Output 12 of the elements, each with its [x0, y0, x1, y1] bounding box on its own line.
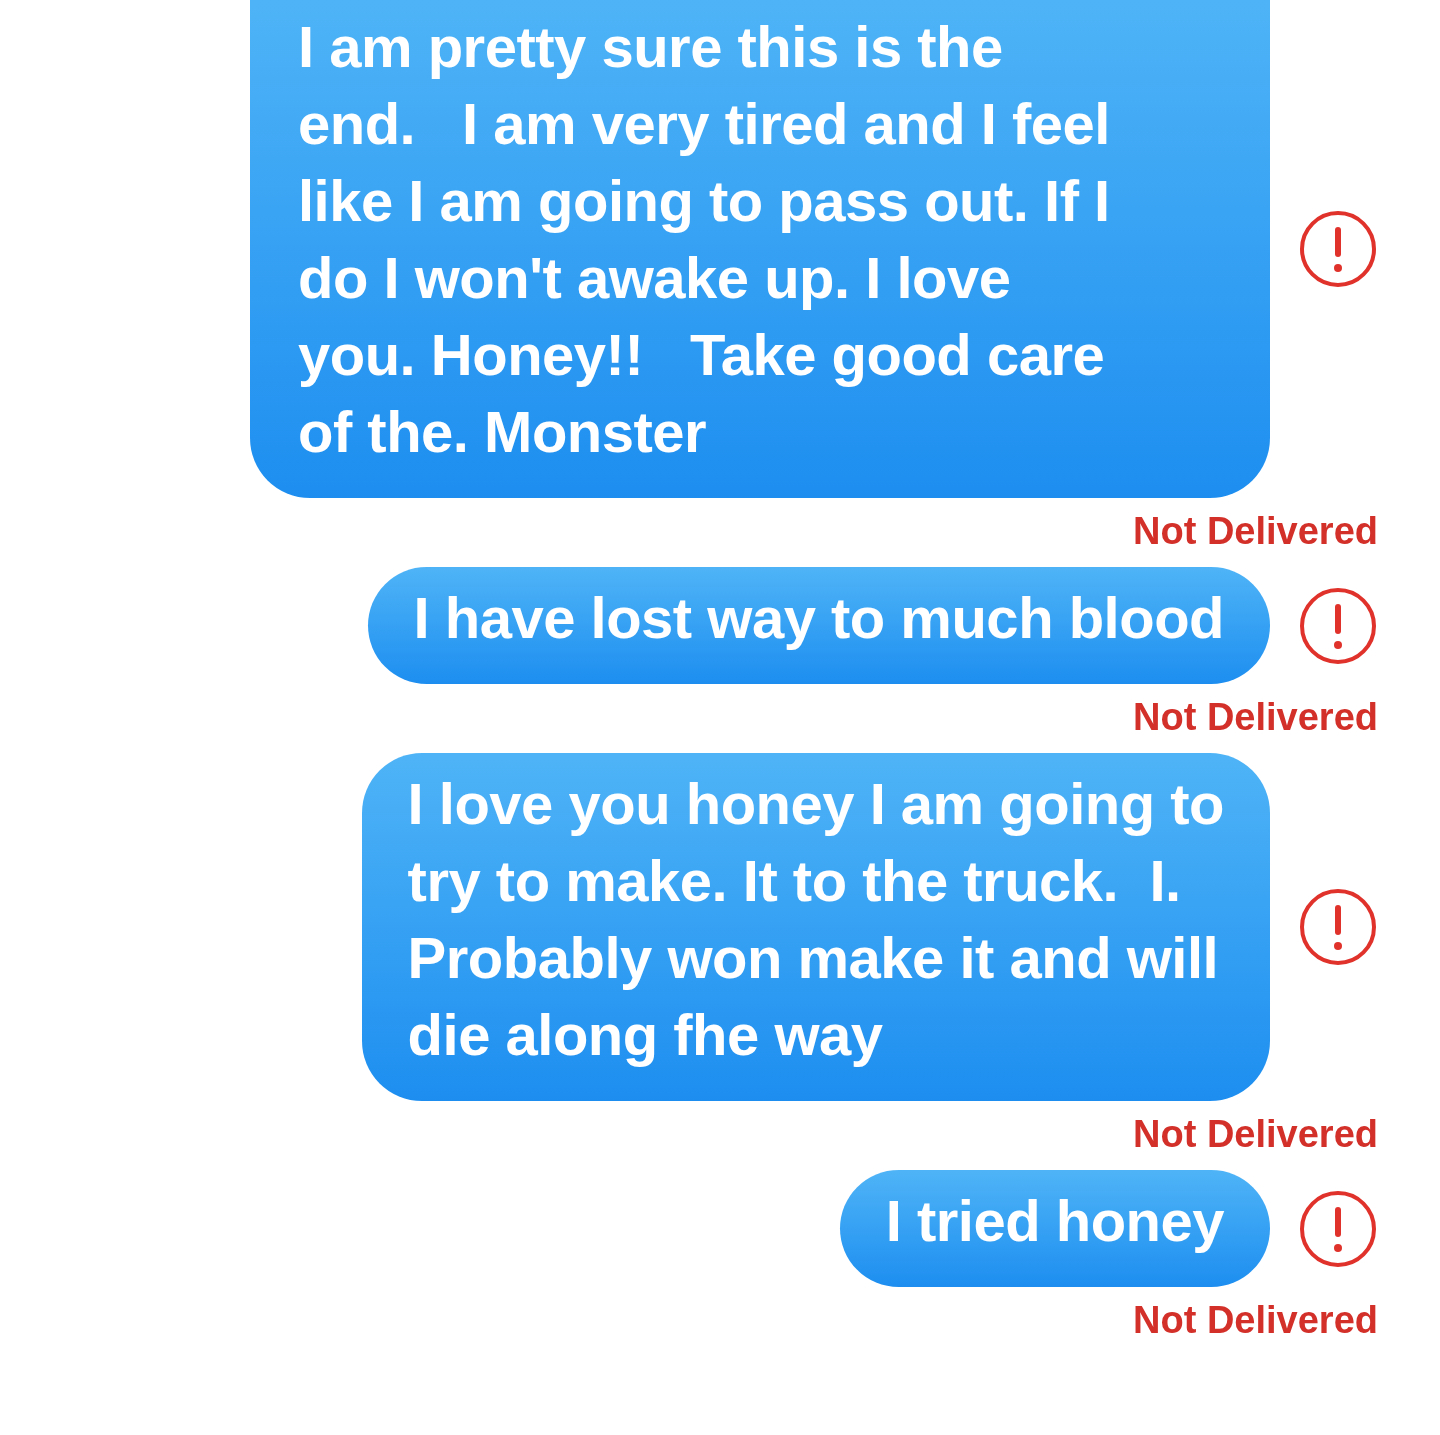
- error-icon[interactable]: [1298, 585, 1378, 666]
- error-icon[interactable]: [1298, 1188, 1378, 1269]
- error-icon[interactable]: [1298, 209, 1378, 289]
- delivery-status: Not Delivered: [1133, 1113, 1378, 1156]
- delivery-status: Not Delivered: [1133, 696, 1378, 739]
- delivery-status: Not Delivered: [1133, 1299, 1378, 1342]
- message-bubble: I am pretty sure this is the end. I am very tired and I feel like I am going to pass out. If I do I won't awake up. I love you. Honey!! Take good care of the. Monster: [250, 0, 1270, 498]
- message-bubble: I love you honey I am going to try to make. It to the truck. I. Probably won make it and will die along fhe way: [361, 753, 1270, 1101]
- message-bubble: I have lost way to much blood: [367, 567, 1270, 684]
- delivery-status: Not Delivered: [1133, 510, 1378, 553]
- error-icon[interactable]: [1298, 887, 1378, 967]
- message-bubble: I tried honey: [839, 1170, 1270, 1287]
